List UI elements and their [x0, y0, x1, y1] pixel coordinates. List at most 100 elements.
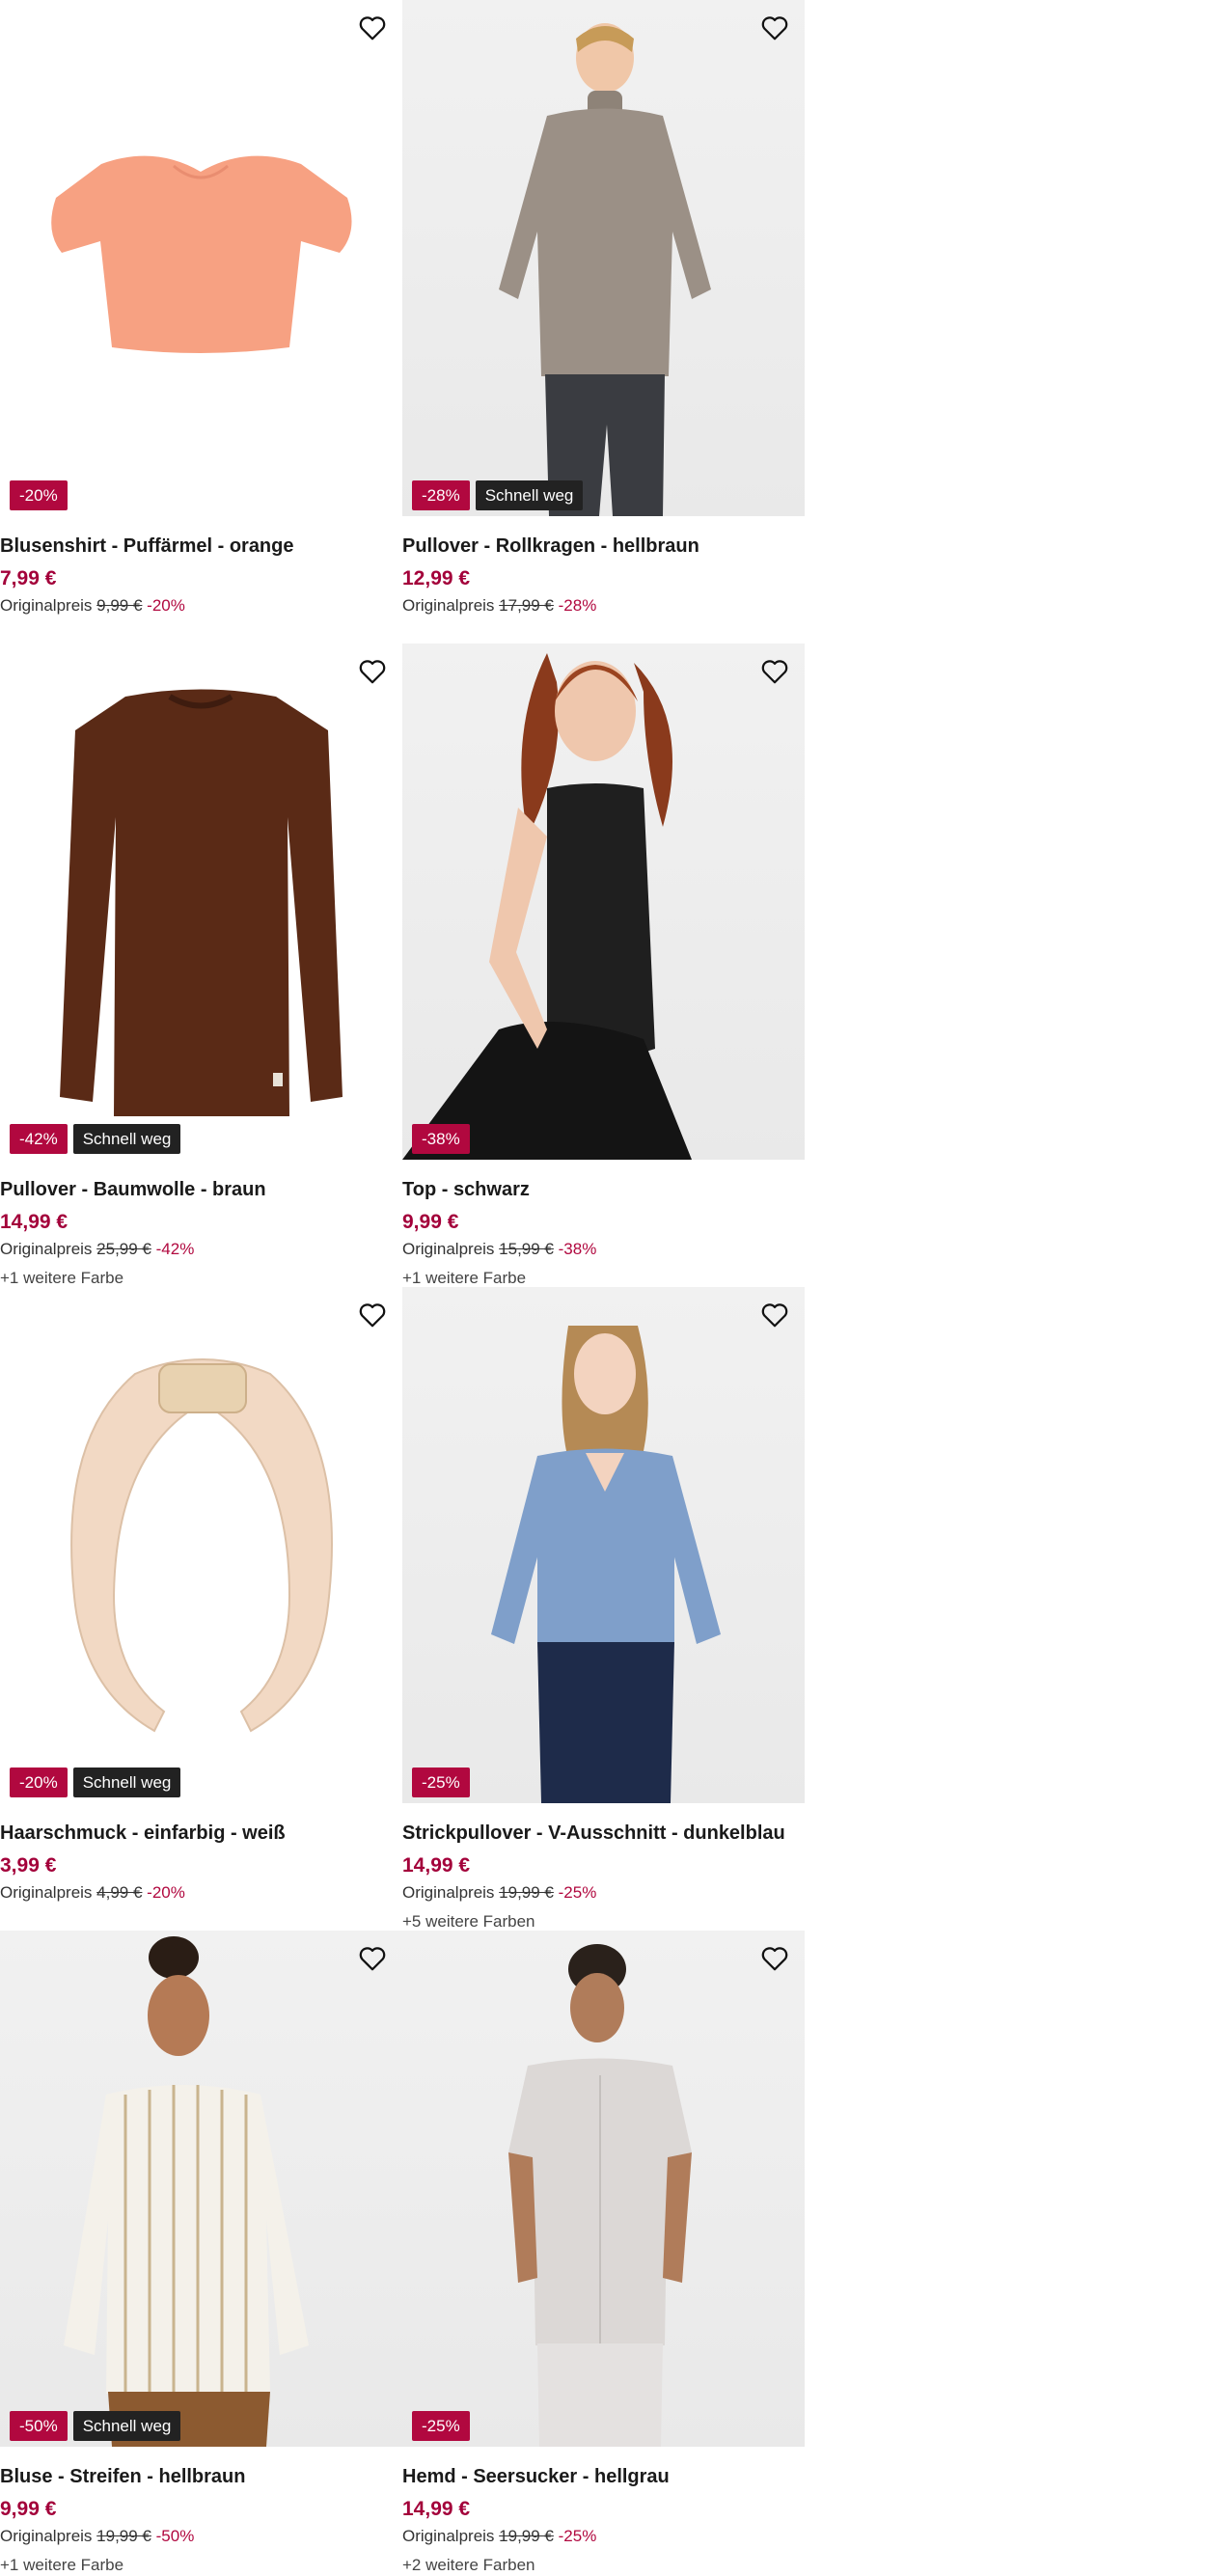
product-image[interactable]: -50% Schnell weg: [0, 1931, 402, 2447]
product-price: 14,99 €: [402, 1854, 471, 1877]
discount-badge: -25%: [412, 1768, 470, 1797]
product-image[interactable]: -28% Schnell weg: [402, 0, 805, 516]
discount-badge: -38%: [412, 1124, 470, 1154]
product-image-headband: [70, 1358, 333, 1733]
favorite-button[interactable]: [356, 12, 389, 44]
product-title[interactable]: Hemd - Seersucker - hellgrau: [402, 2464, 805, 2489]
more-colors-link[interactable]: +1 weitere Farbe: [402, 1268, 805, 1289]
heart-outline-icon: [359, 660, 386, 684]
original-price-label: Originalpreis: [0, 1883, 93, 1902]
product-card[interactable]: -25% Strickpullover - V-Ausschnitt - dun…: [402, 1287, 805, 1931]
discount-percent: -20%: [147, 596, 185, 615]
product-card[interactable]: -50% Schnell weg Bluse - Streifen - hell…: [0, 1931, 402, 2574]
original-price-line: Originalpreis 15,99 € -38%: [402, 1239, 805, 1260]
original-price: 15,99 €: [499, 1240, 554, 1258]
more-colors-link[interactable]: +5 weitere Farben: [402, 1911, 805, 1932]
product-image-turtleneck: [499, 23, 711, 516]
badge-row: -25%: [412, 2411, 470, 2441]
product-image-sweater: [60, 689, 343, 1116]
product-card[interactable]: -38% Top - schwarz 9,99 € Originalpreis …: [402, 644, 805, 1287]
heart-outline-icon: [359, 16, 386, 41]
original-price-line: Originalpreis 9,99 € -20%: [0, 595, 402, 617]
original-price-line: Originalpreis 17,99 € -28%: [402, 595, 805, 617]
original-price-line: Originalpreis 4,99 € -20%: [0, 1882, 402, 1904]
original-price-label: Originalpreis: [0, 1240, 93, 1258]
badge-row: -50% Schnell weg: [10, 2411, 181, 2441]
original-price: 19,99 €: [96, 2527, 151, 2545]
product-price: 9,99 €: [402, 1211, 459, 1233]
more-colors-link[interactable]: +1 weitere Farbe: [0, 2555, 402, 2576]
product-title[interactable]: Haarschmuck - einfarbig - weiß: [0, 1821, 402, 1846]
product-price: 3,99 €: [0, 1854, 57, 1877]
original-price-label: Originalpreis: [0, 2527, 93, 2545]
fast-selling-badge: Schnell weg: [72, 1124, 181, 1154]
product-card[interactable]: -20% Blusenshirt - Puffärmel - orange 7,…: [0, 0, 402, 644]
product-image[interactable]: -38%: [402, 644, 805, 1160]
favorite-button[interactable]: [356, 1299, 389, 1331]
heart-outline-icon: [761, 1303, 788, 1328]
discount-percent: -20%: [147, 1883, 185, 1902]
product-card[interactable]: -42% Schnell weg Pullover - Baumwolle - …: [0, 644, 402, 1287]
original-price-label: Originalpreis: [0, 596, 93, 615]
product-title[interactable]: Blusenshirt - Puffärmel - orange: [0, 534, 402, 559]
discount-percent: -25%: [558, 2527, 597, 2545]
heart-outline-icon: [761, 1947, 788, 1971]
product-title[interactable]: Pullover - Rollkragen - hellbraun: [402, 534, 805, 559]
badge-row: -42% Schnell weg: [10, 1124, 181, 1154]
original-price: 17,99 €: [499, 596, 554, 615]
product-image-v-neck-sweater: [491, 1326, 721, 1803]
original-price-label: Originalpreis: [402, 596, 495, 615]
fast-selling-badge: Schnell weg: [475, 480, 584, 510]
heart-outline-icon: [359, 1947, 386, 1971]
original-price: 19,99 €: [499, 2527, 554, 2545]
product-title[interactable]: Bluse - Streifen - hellbraun: [0, 2464, 402, 2489]
product-image-seersucker-shirt: [508, 1944, 692, 2447]
original-price-label: Originalpreis: [402, 2527, 495, 2545]
discount-percent: -28%: [558, 596, 597, 615]
product-price: 9,99 €: [0, 2498, 57, 2520]
product-card[interactable]: -20% Schnell weg Haarschmuck - einfarbig…: [0, 1287, 402, 1931]
discount-badge: -20%: [10, 1768, 68, 1797]
product-image[interactable]: -25%: [402, 1287, 805, 1803]
product-image[interactable]: -20% Schnell weg: [0, 1287, 402, 1803]
badge-row: -20%: [10, 480, 68, 510]
original-price-label: Originalpreis: [402, 1240, 495, 1258]
discount-badge: -50%: [10, 2411, 68, 2441]
fast-selling-badge: Schnell weg: [72, 2411, 181, 2441]
discount-badge: -20%: [10, 480, 68, 510]
favorite-button[interactable]: [758, 1942, 791, 1975]
favorite-button[interactable]: [356, 1942, 389, 1975]
product-image[interactable]: -25%: [402, 1931, 805, 2447]
discount-badge: -42%: [10, 1124, 68, 1154]
product-card[interactable]: -25% Hemd - Seersucker - hellgrau 14,99 …: [402, 1931, 805, 2574]
discount-percent: -42%: [155, 1240, 195, 1258]
badge-row: -25%: [412, 1768, 470, 1797]
discount-badge: -25%: [412, 2411, 470, 2441]
discount-badge: -28%: [412, 480, 470, 510]
original-price: 9,99 €: [96, 596, 143, 615]
favorite-button[interactable]: [758, 12, 791, 44]
original-price-line: Originalpreis 19,99 € -50%: [0, 2526, 402, 2547]
discount-percent: -25%: [558, 1883, 597, 1902]
original-price-line: Originalpreis 19,99 € -25%: [402, 1882, 805, 1904]
product-image[interactable]: -20%: [0, 0, 402, 516]
original-price-label: Originalpreis: [402, 1883, 495, 1902]
more-colors-link[interactable]: +2 weitere Farben: [402, 2555, 805, 2576]
product-price: 14,99 €: [0, 1211, 69, 1233]
more-colors-link[interactable]: +1 weitere Farbe: [0, 1268, 402, 1289]
discount-percent: -50%: [155, 2527, 195, 2545]
product-image-top: [402, 653, 692, 1160]
favorite-button[interactable]: [758, 1299, 791, 1331]
product-title[interactable]: Top - schwarz: [402, 1177, 805, 1202]
badge-row: -20% Schnell weg: [10, 1768, 181, 1797]
favorite-button[interactable]: [356, 655, 389, 688]
heart-outline-icon: [761, 16, 788, 41]
favorite-button[interactable]: [758, 655, 791, 688]
product-title[interactable]: Strickpullover - V-Ausschnitt - dunkelbl…: [402, 1821, 805, 1846]
badge-row: -38%: [412, 1124, 470, 1154]
badge-row: -28% Schnell weg: [412, 480, 584, 510]
product-title[interactable]: Pullover - Baumwolle - braun: [0, 1177, 402, 1202]
original-price: 19,99 €: [499, 1883, 554, 1902]
product-image[interactable]: -42% Schnell weg: [0, 644, 402, 1160]
product-card[interactable]: -28% Schnell weg Pullover - Rollkragen -…: [402, 0, 805, 644]
